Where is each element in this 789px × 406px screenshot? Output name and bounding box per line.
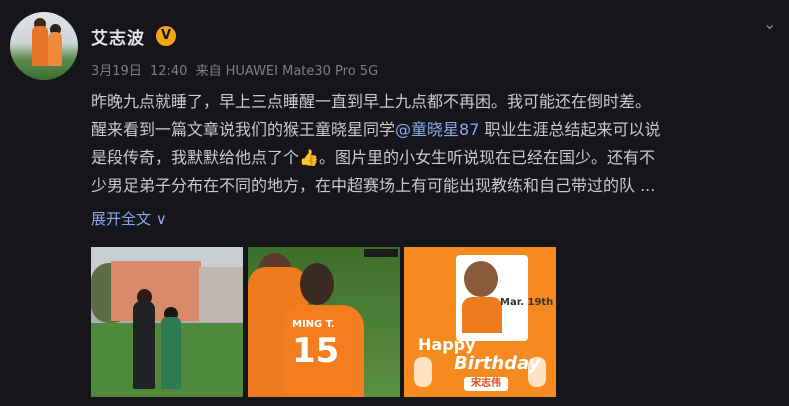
source-device: HUAWEI Mate30 Pro 5G: [225, 64, 379, 79]
card-name-tag: 宋志伟: [464, 377, 508, 391]
content-text: 醒来看到一篇文章说我们的猴王童晓星同学: [91, 120, 396, 139]
post-time[interactable]: 12:40: [150, 64, 187, 79]
photo-building: [111, 261, 201, 321]
verified-badge-icon: V: [156, 26, 176, 46]
content-text: 。图片里的小女生听说现在已经在国少。还有不: [318, 148, 655, 167]
content-line: 是段传奇，我默默给他点了个👍。图片里的小女生听说现在已经在国少。还有不: [91, 144, 781, 172]
card-happy-text: Happy: [418, 335, 476, 354]
photo-building: [199, 267, 243, 322]
mention-link[interactable]: @童晓星87: [395, 120, 479, 139]
expand-full-text-link[interactable]: 展开全文 ∨: [91, 208, 167, 229]
photo-person: [133, 301, 155, 389]
content-line: 昨晚九点就睡了，早上三点睡醒一直到早上九点都不再困。我可能还在倒时差。: [91, 92, 652, 111]
photo-coach-and-girl[interactable]: [91, 247, 243, 397]
content-line: 少男足弟子分布在不同的地方，在中超赛场上有可能出现教练和自己带过的队 ...: [91, 176, 656, 195]
avatar[interactable]: [10, 12, 78, 80]
avatar-figure: [48, 32, 62, 66]
post-date[interactable]: 3月19日: [91, 64, 142, 79]
card-player-shirt: [462, 297, 502, 333]
photo-match-players[interactable]: MING T. 15: [248, 247, 400, 397]
card-birthday-text: Birthday: [454, 353, 541, 374]
post-meta: 3月19日 12:40 来自 HUAWEI Mate30 Pro 5G: [91, 60, 382, 79]
chevron-down-icon[interactable]: ⌄: [763, 16, 779, 32]
jersey-name: MING T.: [292, 319, 335, 330]
card-date: Mar. 19th: [500, 297, 554, 308]
photo-scoreboard: [364, 249, 398, 257]
photo-player: [300, 263, 334, 305]
source-prefix: 来自: [195, 64, 222, 79]
jersey-number: 15: [292, 331, 340, 371]
post-content: 昨晚九点就睡了，早上三点睡醒一直到早上九点都不再困。我可能还在倒时差。 醒来看到…: [91, 88, 781, 200]
content-text: 是段传奇，我默默给他点了个: [91, 148, 300, 167]
photo-birthday-card[interactable]: Mar. 19th Happy Birthday 宋志伟: [404, 247, 556, 397]
content-line: 醒来看到一篇文章说我们的猴王童晓星同学@童晓星87 职业生涯总结起来可以说: [91, 116, 781, 144]
cartoon-figure: [414, 357, 432, 387]
content-text: 职业生涯总结起来可以说: [479, 120, 661, 139]
weibo-post: 艾志波 V ⌄ 3月19日 12:40 来自 HUAWEI Mate30 Pro …: [0, 0, 789, 406]
avatar-figure: [32, 26, 48, 66]
thumbs-up-icon: 👍: [299, 148, 319, 167]
card-player-face: [464, 261, 498, 297]
photo-person: [161, 317, 181, 389]
username[interactable]: 艾志波: [91, 24, 145, 49]
